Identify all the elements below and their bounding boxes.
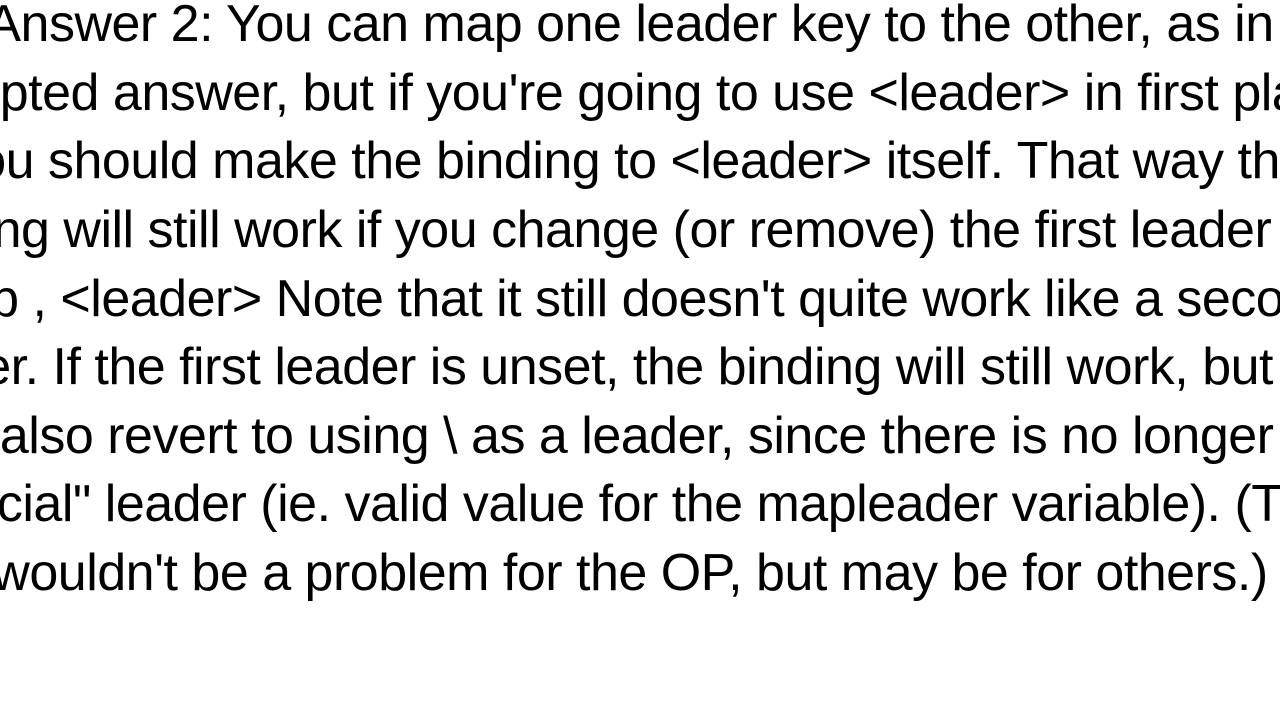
answer-text-block: Answer 2: You can map one leader key to … (0, 0, 1280, 608)
